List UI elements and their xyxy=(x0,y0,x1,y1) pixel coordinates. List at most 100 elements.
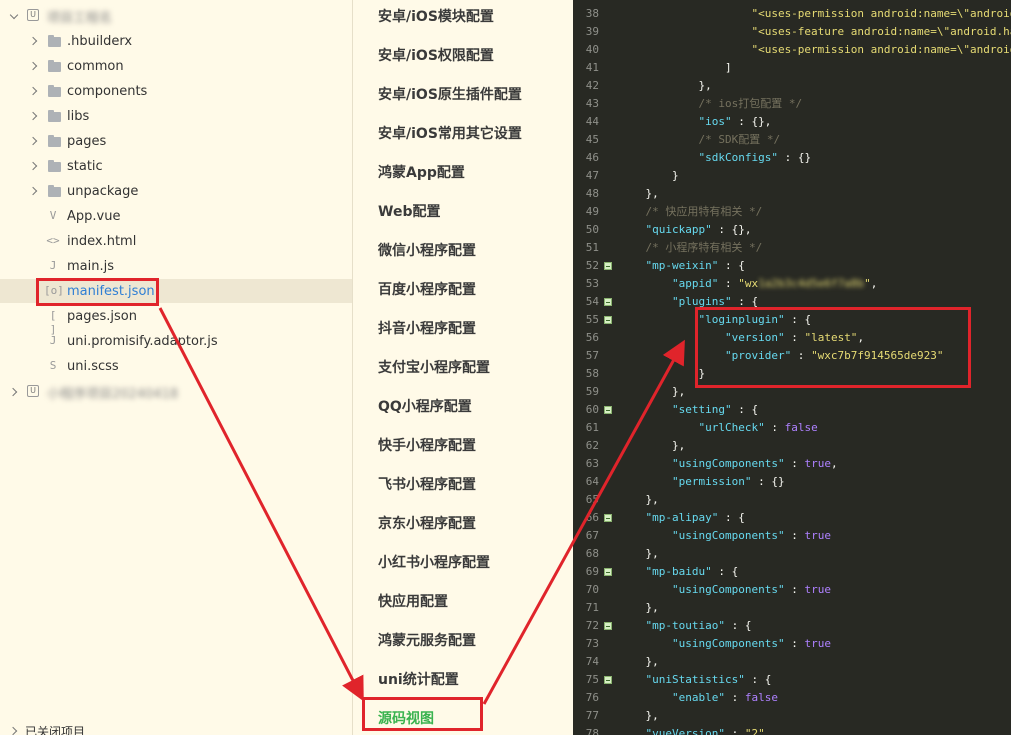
chevron-right-icon[interactable] xyxy=(29,111,39,121)
config-menu-item[interactable]: 小红书小程序配置 xyxy=(378,552,490,572)
config-menu-item[interactable]: 安卓/iOS原生插件配置 xyxy=(378,84,522,104)
config-menu-item[interactable]: QQ小程序配置 xyxy=(378,396,472,416)
file-tree-item[interactable]: static xyxy=(0,154,352,178)
folder-icon xyxy=(48,85,61,97)
file-tree-item[interactable]: components xyxy=(0,79,352,103)
file-tree-item[interactable]: .hbuilderx xyxy=(0,29,352,53)
file-tree-item[interactable]: unpackage xyxy=(0,179,352,203)
code-token: "<uses-feature android:name=\"android.ha… xyxy=(751,25,1011,38)
chevron-down-icon[interactable] xyxy=(9,11,19,21)
code-token: true xyxy=(804,529,831,542)
code-token: : xyxy=(784,529,805,542)
file-tree-item[interactable]: <> index.html xyxy=(0,229,352,253)
code-token: : {}, xyxy=(711,223,752,236)
config-menu-item[interactable]: 安卓/iOS常用其它设置 xyxy=(378,123,522,143)
code-line: 71 }, xyxy=(573,599,1011,617)
chevron-right-icon[interactable] xyxy=(29,61,39,71)
file-tree-item[interactable]: libs xyxy=(0,104,352,128)
config-menu-item[interactable]: 安卓/iOS权限配置 xyxy=(378,45,494,65)
config-menu-item[interactable]: 抖音小程序配置 xyxy=(378,318,476,338)
config-menu-item[interactable]: 百度小程序配置 xyxy=(378,279,476,299)
code-text: "permission" : {} xyxy=(619,473,785,491)
closed-projects-label: 已关闭项目 xyxy=(25,724,86,735)
code-token: }, xyxy=(619,79,712,92)
code-line: 47 } xyxy=(573,167,1011,185)
fold-toggle-icon[interactable] xyxy=(604,622,612,630)
line-number: 41 xyxy=(585,61,599,74)
code-text: "enable" : false xyxy=(619,689,778,707)
source-view-highlight xyxy=(362,697,483,731)
file-tree-item-label: pages.json xyxy=(67,308,137,324)
file-tree-item-label: static xyxy=(67,158,103,174)
code-line: 77 }, xyxy=(573,707,1011,725)
line-number: 50 xyxy=(585,223,599,236)
code-token: /* ios打包配置 */ xyxy=(619,97,803,110)
second-project-row[interactable]: U 小程序项目20240418 xyxy=(0,380,352,404)
fold-toggle-icon[interactable] xyxy=(604,568,612,576)
line-number: 43 xyxy=(585,97,599,110)
file-tree-item[interactable]: common xyxy=(0,54,352,78)
code-line: 41 ] xyxy=(573,59,1011,77)
fold-toggle-icon[interactable] xyxy=(604,298,612,306)
chevron-right-icon[interactable] xyxy=(9,387,19,397)
code-text: }, xyxy=(619,383,685,401)
code-token: ] xyxy=(619,61,732,74)
line-number: 56 xyxy=(585,331,599,344)
code-token: "permission" xyxy=(619,475,752,488)
config-menu-item[interactable]: 鸿蒙元服务配置 xyxy=(378,630,476,650)
fold-toggle-icon[interactable] xyxy=(604,514,612,522)
fold-toggle-icon[interactable] xyxy=(604,316,612,324)
fold-toggle-icon[interactable] xyxy=(604,676,612,684)
code-token: : {} xyxy=(777,151,812,164)
closed-projects-row[interactable]: 已关闭项目 xyxy=(0,719,352,735)
config-menu-item[interactable]: 快应用配置 xyxy=(378,591,448,611)
config-menu-item[interactable]: uni统计配置 xyxy=(378,669,459,689)
config-menu-item[interactable]: 鸿蒙App配置 xyxy=(378,162,465,182)
line-number: 38 xyxy=(585,7,599,20)
code-line: 48 }, xyxy=(573,185,1011,203)
code-token: "uniStatistics" xyxy=(619,673,745,686)
line-number: 42 xyxy=(585,79,599,92)
file-tree-item[interactable]: Juni.promisify.adaptor.js xyxy=(0,329,352,353)
code-token: }, xyxy=(619,187,659,200)
code-token: "quickapp" xyxy=(619,223,712,236)
file-tree-item[interactable]: Jmain.js xyxy=(0,254,352,278)
chevron-right-icon[interactable] xyxy=(29,136,39,146)
project-name: 项目工程名 xyxy=(47,10,113,26)
config-menu-item[interactable]: 京东小程序配置 xyxy=(378,513,476,533)
code-token: false xyxy=(744,691,778,704)
line-number: 72 xyxy=(585,619,599,632)
js-file-icon: J xyxy=(49,334,57,347)
project-root-row[interactable]: U 项目工程名 xyxy=(0,4,352,28)
file-tree-item[interactable]: pages xyxy=(0,129,352,153)
json-file-icon: [ ] xyxy=(49,309,57,336)
line-number: 48 xyxy=(585,187,599,200)
chevron-right-icon[interactable] xyxy=(9,726,19,735)
chevron-right-icon[interactable] xyxy=(29,161,39,171)
code-token: : xyxy=(724,691,745,704)
code-line: 72 "mp-toutiao" : { xyxy=(573,617,1011,635)
code-line: 75 "uniStatistics" : { xyxy=(573,671,1011,689)
chevron-right-icon[interactable] xyxy=(29,86,39,96)
code-token: true xyxy=(804,457,831,470)
project-icon: U xyxy=(27,385,39,397)
code-line: 68 }, xyxy=(573,545,1011,563)
fold-toggle-icon[interactable] xyxy=(604,406,612,414)
config-menu-item[interactable]: 安卓/iOS模块配置 xyxy=(378,6,494,26)
file-tree-item[interactable]: Suni.scss xyxy=(0,354,352,378)
chevron-right-icon[interactable] xyxy=(29,36,39,46)
code-line: 74 }, xyxy=(573,653,1011,671)
config-menu-item[interactable]: Web配置 xyxy=(378,201,440,221)
code-line: 67 "usingComponents" : true xyxy=(573,527,1011,545)
config-menu-item[interactable]: 飞书小程序配置 xyxy=(378,474,476,494)
chevron-right-icon[interactable] xyxy=(29,186,39,196)
file-tree-item[interactable]: [ ] pages.json xyxy=(0,304,352,337)
config-menu-item[interactable]: 快手小程序配置 xyxy=(378,435,476,455)
code-line: 53 "appid" : "wx1a2b3c4d5e6f7a8b", xyxy=(573,275,1011,293)
file-tree-item-label: libs xyxy=(67,108,90,124)
config-menu-item[interactable]: 微信小程序配置 xyxy=(378,240,476,260)
config-menu-item[interactable]: 支付宝小程序配置 xyxy=(378,357,490,377)
code-text: "<uses-permission android:name=\"android… xyxy=(619,41,1011,59)
fold-toggle-icon[interactable] xyxy=(604,262,612,270)
file-tree-item[interactable]: V App.vue xyxy=(0,204,352,228)
